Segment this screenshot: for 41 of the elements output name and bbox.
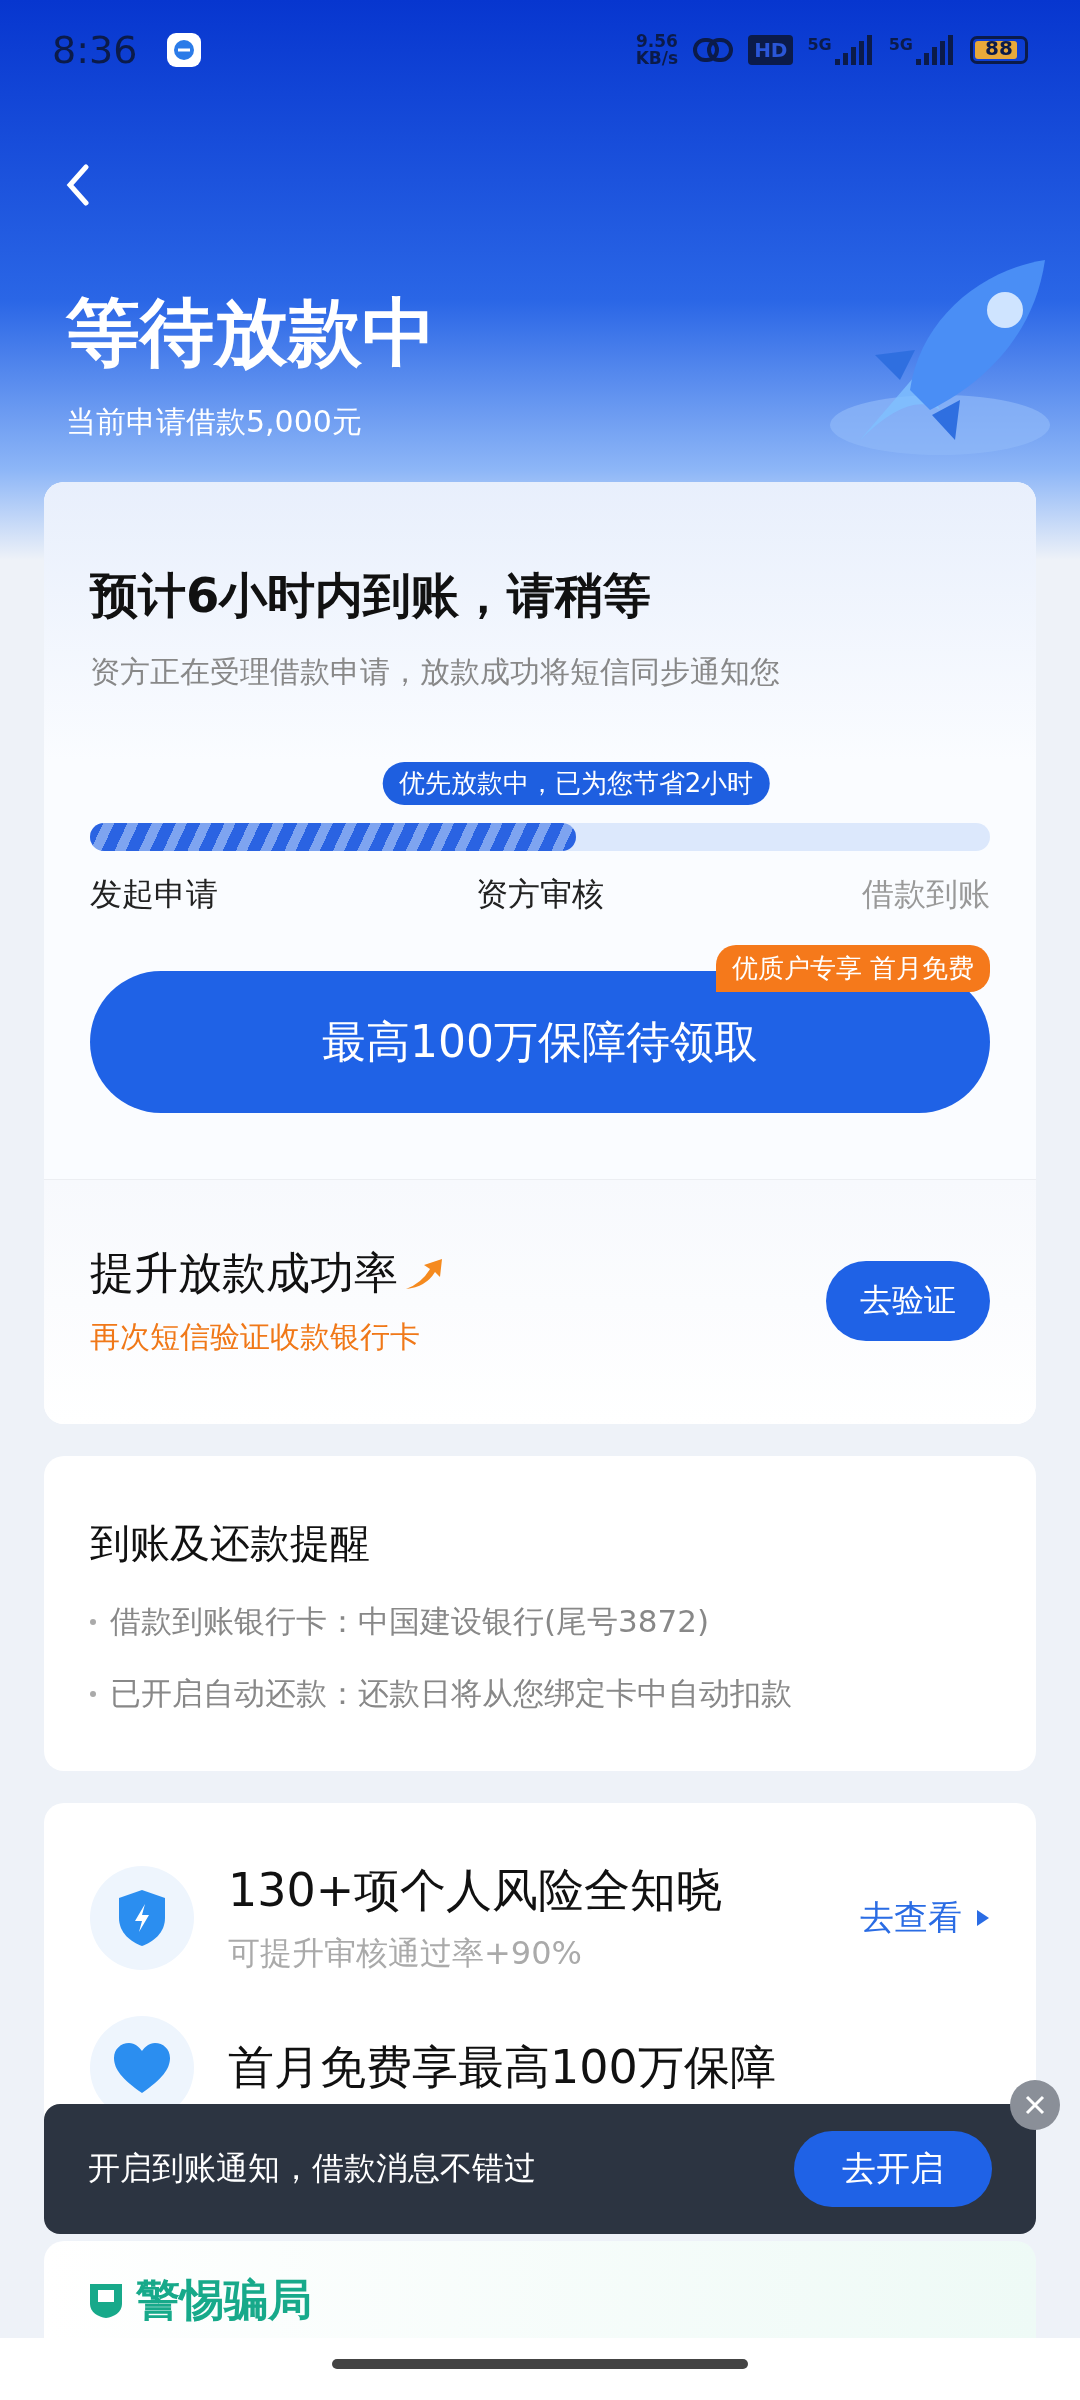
service-subtitle: 可提升审核通过率+90%: [228, 1933, 583, 1974]
verify-button[interactable]: 去验证: [826, 1261, 990, 1341]
progress-step: 资方审核: [476, 873, 604, 917]
view-link[interactable]: 去查看: [860, 1895, 990, 1941]
enable-button[interactable]: 去开启: [794, 2131, 992, 2207]
boost-title: 提升放款成功率: [90, 1246, 398, 1300]
back-icon[interactable]: [66, 164, 90, 206]
network-type: 5G: [807, 35, 832, 54]
clock: 8:36: [52, 28, 138, 72]
reminder-title: 到账及还款提醒: [90, 1519, 371, 1568]
network-speed: 9.56 KB/s: [635, 33, 679, 67]
battery-icon: 88: [970, 36, 1028, 64]
shield-icon: [90, 2283, 122, 2318]
promo-badge: 优质户专享 首月免费: [715, 945, 990, 992]
loan-amount-text: 当前申请借款5,000元: [66, 403, 363, 441]
status-description: 资方正在受理借款申请，放款成功将短信同步通知您: [90, 653, 781, 691]
page-title: 等待放款中: [66, 288, 437, 377]
link-icon: [692, 35, 735, 65]
bullet-dot: [90, 1691, 96, 1697]
boost-subtitle: 再次短信验证收款银行卡: [90, 1318, 421, 1356]
progress-step: 借款到账: [862, 873, 990, 917]
close-button[interactable]: [1010, 2080, 1060, 2130]
app-notification-icon: [167, 33, 202, 67]
priority-tooltip: 优先放款中，已为您节省2小时: [382, 762, 770, 805]
hd-indicator: HD: [748, 35, 794, 65]
arrival-estimate: 预计6小时内到账，请稍等: [90, 566, 653, 625]
toast-message: 开启到账通知，借款消息不错过: [88, 2148, 536, 2189]
arrow-icon: [404, 1256, 444, 1291]
signal-icon: [834, 35, 875, 65]
scam-warning-title: 警惕骗局: [136, 2273, 312, 2327]
service-title: 130+项个人风险全知晓: [228, 1862, 723, 1919]
bullet-dot: [90, 1619, 96, 1625]
signal-icon: [916, 35, 956, 65]
reminder-item: 借款到账银行卡：中国建设银行(尾号3872): [110, 1602, 710, 1641]
network-type: 5G: [888, 35, 913, 54]
heart-icon: [112, 2041, 172, 2095]
close-icon: [1024, 2094, 1046, 2116]
reminder-item: 已开启自动还款：还款日将从您绑定卡中自动扣款: [110, 1674, 792, 1713]
service-title: 首月免费享最高100万保障: [228, 2039, 776, 2096]
triangle-icon: [976, 1909, 990, 1927]
progress-step: 发起申请: [90, 873, 218, 917]
